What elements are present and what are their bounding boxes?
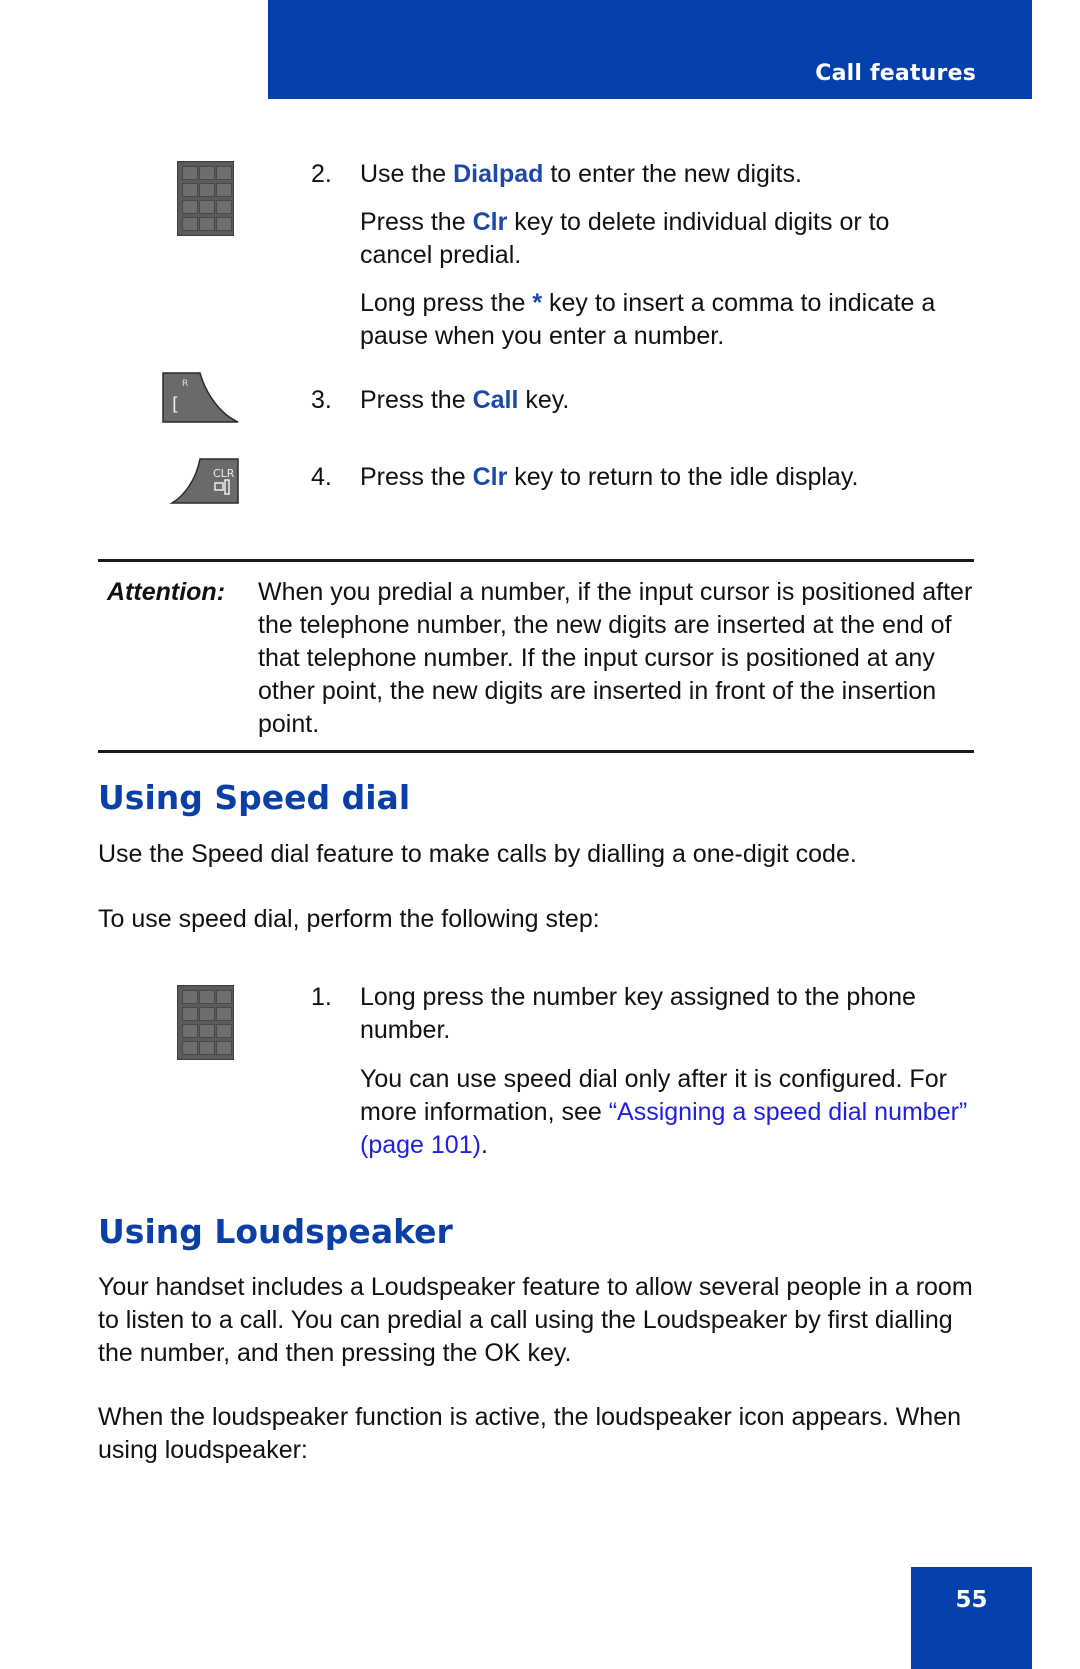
text-run: key. xyxy=(518,386,570,414)
step-number: 4. xyxy=(311,463,332,491)
text-run: Press the xyxy=(360,208,473,236)
keypad-key xyxy=(216,217,232,231)
call-key-glyph-bottom: [ xyxy=(172,394,179,415)
step-number: 3. xyxy=(311,386,332,414)
key-name-highlight: Clr xyxy=(472,208,508,236)
key-name-highlight: Clr xyxy=(472,463,508,491)
attention-top-rule xyxy=(98,559,974,562)
clear-key-icon: CLR xyxy=(170,458,239,504)
dialpad-icon xyxy=(177,985,234,1060)
keypad-key xyxy=(199,1007,215,1021)
keypad-key xyxy=(182,183,198,197)
page-number: 55 xyxy=(955,1587,988,1613)
step-text: Press the Clr key to return to the idle … xyxy=(360,461,980,494)
key-name-highlight: Call xyxy=(472,386,519,414)
heading-speed-dial: Using Speed dial xyxy=(98,778,411,817)
call-key-glyph-top: R xyxy=(182,379,188,389)
attention-bottom-rule xyxy=(98,750,974,753)
attention-label: Attention: xyxy=(107,578,226,606)
call-key-icon: R [ xyxy=(162,372,239,423)
keypad-key xyxy=(216,990,232,1004)
keypad-key xyxy=(216,166,232,180)
step-note: Long press the * key to insert a comma t… xyxy=(360,287,960,353)
step-text: Press the Call key. xyxy=(360,384,960,417)
loudspeaker-para-2: When the loudspeaker function is active,… xyxy=(98,1403,962,1464)
keypad-key xyxy=(216,1041,232,1055)
text-run: key to return to the idle display. xyxy=(507,463,859,491)
speed-dial-lead: To use speed dial, perform the following… xyxy=(98,905,600,933)
text-run: Long press the xyxy=(360,289,533,317)
section-title: Call features xyxy=(815,61,976,86)
keypad-key xyxy=(199,200,215,214)
text-run: Press the xyxy=(360,463,473,491)
keypad-key xyxy=(182,217,198,231)
key-name-highlight: * xyxy=(532,289,543,317)
keypad-key xyxy=(199,990,215,1004)
step-text: Long press the number key assigned to th… xyxy=(360,983,916,1044)
step-text: Use the Dialpad to enter the new digits. xyxy=(360,158,960,191)
keypad-key xyxy=(199,183,215,197)
keypad-key xyxy=(182,1007,198,1021)
dialpad-icon xyxy=(177,161,234,236)
keypad-key xyxy=(216,200,232,214)
key-name-highlight: Dialpad xyxy=(453,160,544,188)
keypad-key xyxy=(182,1041,198,1055)
speed-dial-intro: Use the Speed dial feature to make calls… xyxy=(98,840,857,868)
section-header-bar: Call features xyxy=(268,0,1032,99)
keypad-key xyxy=(216,183,232,197)
note-suffix: . xyxy=(480,1131,488,1159)
keypad-key xyxy=(199,1024,215,1038)
attention-text: When you predial a number, if the input … xyxy=(258,578,973,738)
keypad-key xyxy=(199,1041,215,1055)
keypad-key xyxy=(216,1007,232,1021)
step-number: 1. xyxy=(311,983,332,1011)
page-number-box: 55 xyxy=(911,1567,1032,1669)
step-number: 2. xyxy=(311,160,332,188)
clr-key-label: CLR xyxy=(213,467,235,480)
step-note: Press the Clr key to delete individual d… xyxy=(360,206,960,272)
loudspeaker-para-1: Your handset includes a Loudspeaker feat… xyxy=(98,1273,973,1367)
keypad-key xyxy=(182,990,198,1004)
keypad-key xyxy=(199,217,215,231)
keypad-key xyxy=(199,166,215,180)
text-run: Press the xyxy=(360,386,473,414)
text-run: to enter the new digits. xyxy=(543,160,802,188)
text-run: Use the xyxy=(360,160,454,188)
keypad-key xyxy=(182,166,198,180)
keypad-key xyxy=(182,200,198,214)
keypad-key xyxy=(216,1024,232,1038)
step-note: You can use speed dial only after it is … xyxy=(360,1063,980,1162)
heading-loudspeaker: Using Loudspeaker xyxy=(98,1212,453,1251)
keypad-key xyxy=(182,1024,198,1038)
